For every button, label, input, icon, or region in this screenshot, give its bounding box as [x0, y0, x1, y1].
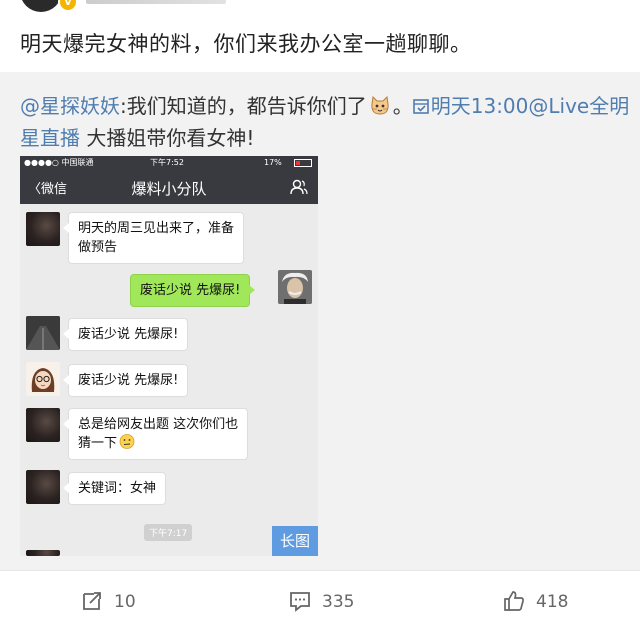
status-time: 下午7:52 — [150, 158, 184, 167]
comment-icon — [290, 592, 310, 612]
einstein-portrait-icon — [278, 270, 312, 304]
long-image-badge[interactable]: 长图 — [272, 526, 318, 556]
repost-card[interactable]: @星探妖妖:我们知道的，都告诉你们了 。 明天13:00@Live全明星直播 大… — [0, 72, 640, 570]
chat-bubble-line: 猜一下 — [78, 434, 238, 453]
repost-text-a: :我们知道的，都告诉你们了 — [120, 94, 367, 118]
chat-timestamp: 下午7:17 — [144, 524, 193, 541]
group-members-icon — [290, 179, 308, 195]
like-count: 418 — [536, 592, 569, 612]
like-button[interactable]: 418 — [502, 589, 592, 615]
author-name[interactable] — [86, 0, 226, 4]
cartoon-girl-icon — [26, 362, 60, 396]
chat-bubble: 总是给网友出题 这次你们也 猜一下 — [62, 408, 249, 460]
sender-avatar — [26, 212, 60, 246]
repost-text-c: 大播姐带你看女神! — [80, 126, 255, 150]
carrier-label: ●●●●○ 中国联通 — [24, 158, 94, 167]
comment-count: 335 — [322, 592, 355, 612]
thumbs-up-icon — [504, 591, 524, 611]
sender-avatar — [26, 362, 60, 396]
post-text: 明天爆完女神的料，你们来我办公室一趟聊聊。 — [20, 32, 472, 56]
vip-badge-icon: v — [58, 0, 78, 12]
chat-bubble: 明天的周三见出来了，准备 做预告 — [62, 212, 245, 264]
repost-text: @星探妖妖:我们知道的，都告诉你们了 。 明天13:00@Live全明星直播 大… — [20, 90, 630, 154]
battery-percent: 17% — [264, 158, 282, 167]
repost-text-b: 。 — [392, 94, 413, 118]
chat-bubble-line-text: 猜一下 — [78, 436, 118, 451]
post-header: v — [0, 0, 640, 14]
chat-bubble-line: 做预告 — [78, 240, 118, 255]
sender-avatar — [26, 408, 60, 442]
chat-bubble-line: 总是给网友出题 这次你们也 — [78, 417, 239, 432]
repost-button[interactable]: 10 — [80, 589, 160, 615]
chat-nav-bar: 〈微信 爆料小分队 — [20, 170, 318, 204]
thinking-face-icon — [119, 434, 135, 449]
chat-bubble-line: 明天的周三见出来了，准备 — [78, 221, 235, 236]
chat-bubble-self: 废话少说 先爆尿! — [130, 274, 256, 307]
phone-status-bar: ●●●●○ 中国联通 下午7:52 17% — [20, 156, 318, 170]
calendar-icon — [412, 99, 429, 114]
street-photo-icon — [26, 316, 60, 350]
cat-emoji-icon — [371, 96, 389, 115]
sender-avatar — [26, 550, 60, 556]
battery-icon — [294, 159, 312, 167]
chat-screenshot-image[interactable]: ●●●●○ 中国联通 下午7:52 17% 〈微信 爆料小分队 明天的周三见出来… — [20, 156, 318, 556]
comment-button[interactable]: 335 — [288, 589, 378, 615]
self-avatar — [278, 270, 312, 304]
mention-link[interactable]: @星探妖妖 — [20, 94, 120, 118]
sender-avatar — [26, 316, 60, 350]
chat-bubble: 废话少说 先爆尿! — [62, 318, 189, 351]
repost-icon — [83, 592, 101, 610]
chat-bubble: 废话少说 先爆尿! — [62, 364, 189, 397]
chat-title: 爆料小分队 — [131, 180, 207, 198]
sender-avatar — [26, 470, 60, 504]
repost-count: 10 — [114, 592, 136, 612]
chat-bubble: 关键词：女神 — [62, 472, 167, 505]
action-bar: 10 335 418 — [0, 570, 640, 636]
author-avatar[interactable] — [20, 0, 62, 12]
